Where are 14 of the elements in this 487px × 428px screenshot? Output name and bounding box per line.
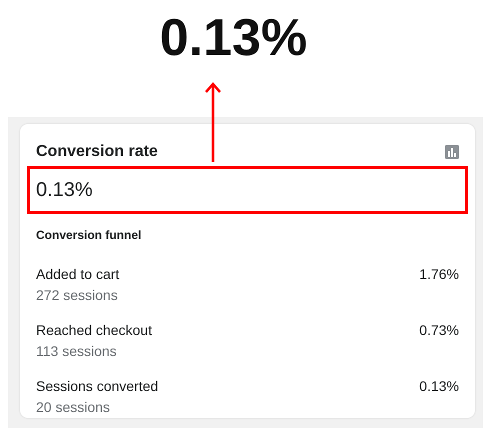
bar-chart-icon[interactable] (445, 145, 459, 159)
session-count: 272 sessions (36, 286, 119, 305)
metric-value: 0.13% (36, 179, 93, 201)
step-rate: 0.73% (419, 321, 459, 340)
step-label: Reached checkout (36, 321, 152, 340)
step-label: Sessions converted (36, 377, 158, 396)
step-rate: 0.13% (419, 377, 459, 396)
step-label: Added to cart (36, 265, 120, 284)
card-title: Conversion rate (36, 142, 158, 162)
session-count: 113 sessions (36, 342, 118, 361)
funnel-heading: Conversion funnel (36, 227, 142, 244)
headline-value: 0.13% (160, 10, 308, 68)
step-rate: 1.76% (419, 265, 459, 284)
session-count: 20 sessions (36, 398, 111, 417)
